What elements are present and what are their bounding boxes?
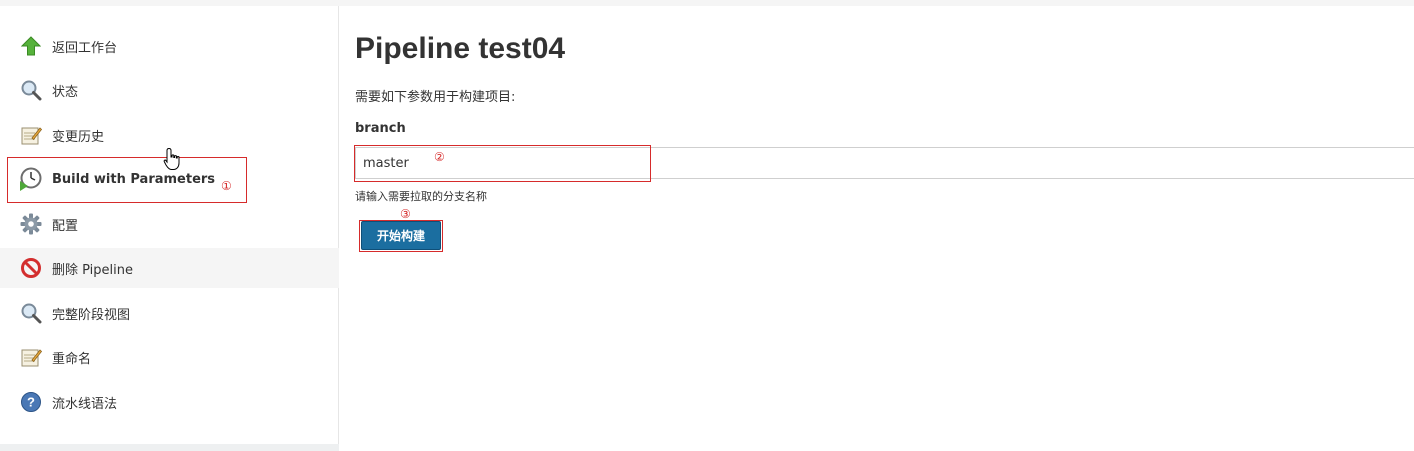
annotation-box-2 [354, 145, 651, 182]
sidebar: 返回工作台 状态 变更历史 Build with Parameters 配置 删… [0, 6, 339, 451]
help-icon: ? [19, 390, 43, 414]
sidebar-item-delete-pipeline[interactable]: 删除 Pipeline [0, 248, 339, 288]
sidebar-item-status[interactable]: 状态 [0, 70, 339, 110]
sidebar-item-back-to-dashboard[interactable]: 返回工作台 [0, 26, 339, 66]
sidebar-item-pipeline-syntax[interactable]: ? 流水线语法 [0, 382, 339, 422]
annotation-box-3 [359, 220, 443, 252]
sidebar-item-rename[interactable]: 重命名 [0, 337, 339, 377]
parameter-name-label: branch [355, 121, 406, 136]
sidebar-item-label: 状态 [52, 84, 79, 100]
page-title: Pipeline test04 [355, 32, 566, 65]
sidebar-item-label: 配置 [52, 218, 79, 234]
annotation-box-1 [7, 157, 247, 203]
annotation-number-2: ② [434, 150, 445, 164]
main-content: Pipeline test04 需要如下参数用于构建项目: branch 请输入… [340, 6, 1414, 451]
magnifier-icon [19, 78, 43, 102]
hand-cursor-icon [163, 147, 180, 170]
no-entry-icon [19, 256, 43, 280]
parameter-help-text: 请输入需要拉取的分支名称 [355, 190, 487, 203]
sidebar-item-full-stage-view[interactable]: 完整阶段视图 [0, 293, 339, 333]
sidebar-item-label: 删除 Pipeline [52, 262, 134, 278]
sidebar-bottom-bar [0, 444, 339, 451]
notepad-icon [19, 123, 43, 147]
notepad-icon [19, 345, 43, 369]
annotation-number-1: ① [221, 179, 232, 193]
sidebar-item-label: 变更历史 [52, 129, 105, 145]
sidebar-item-configure[interactable]: 配置 [0, 204, 339, 244]
svg-text:?: ? [27, 395, 35, 410]
parameters-description: 需要如下参数用于构建项目: [355, 90, 516, 105]
sidebar-item-label: 流水线语法 [52, 396, 118, 412]
sidebar-item-label: 重命名 [52, 351, 92, 367]
sidebar-item-label: 完整阶段视图 [52, 307, 131, 323]
sidebar-item-label: 返回工作台 [52, 40, 118, 56]
arrow-up-icon [19, 34, 43, 58]
gear-icon [19, 212, 43, 236]
magnifier-icon [19, 301, 43, 325]
annotation-number-3: ③ [400, 207, 411, 221]
